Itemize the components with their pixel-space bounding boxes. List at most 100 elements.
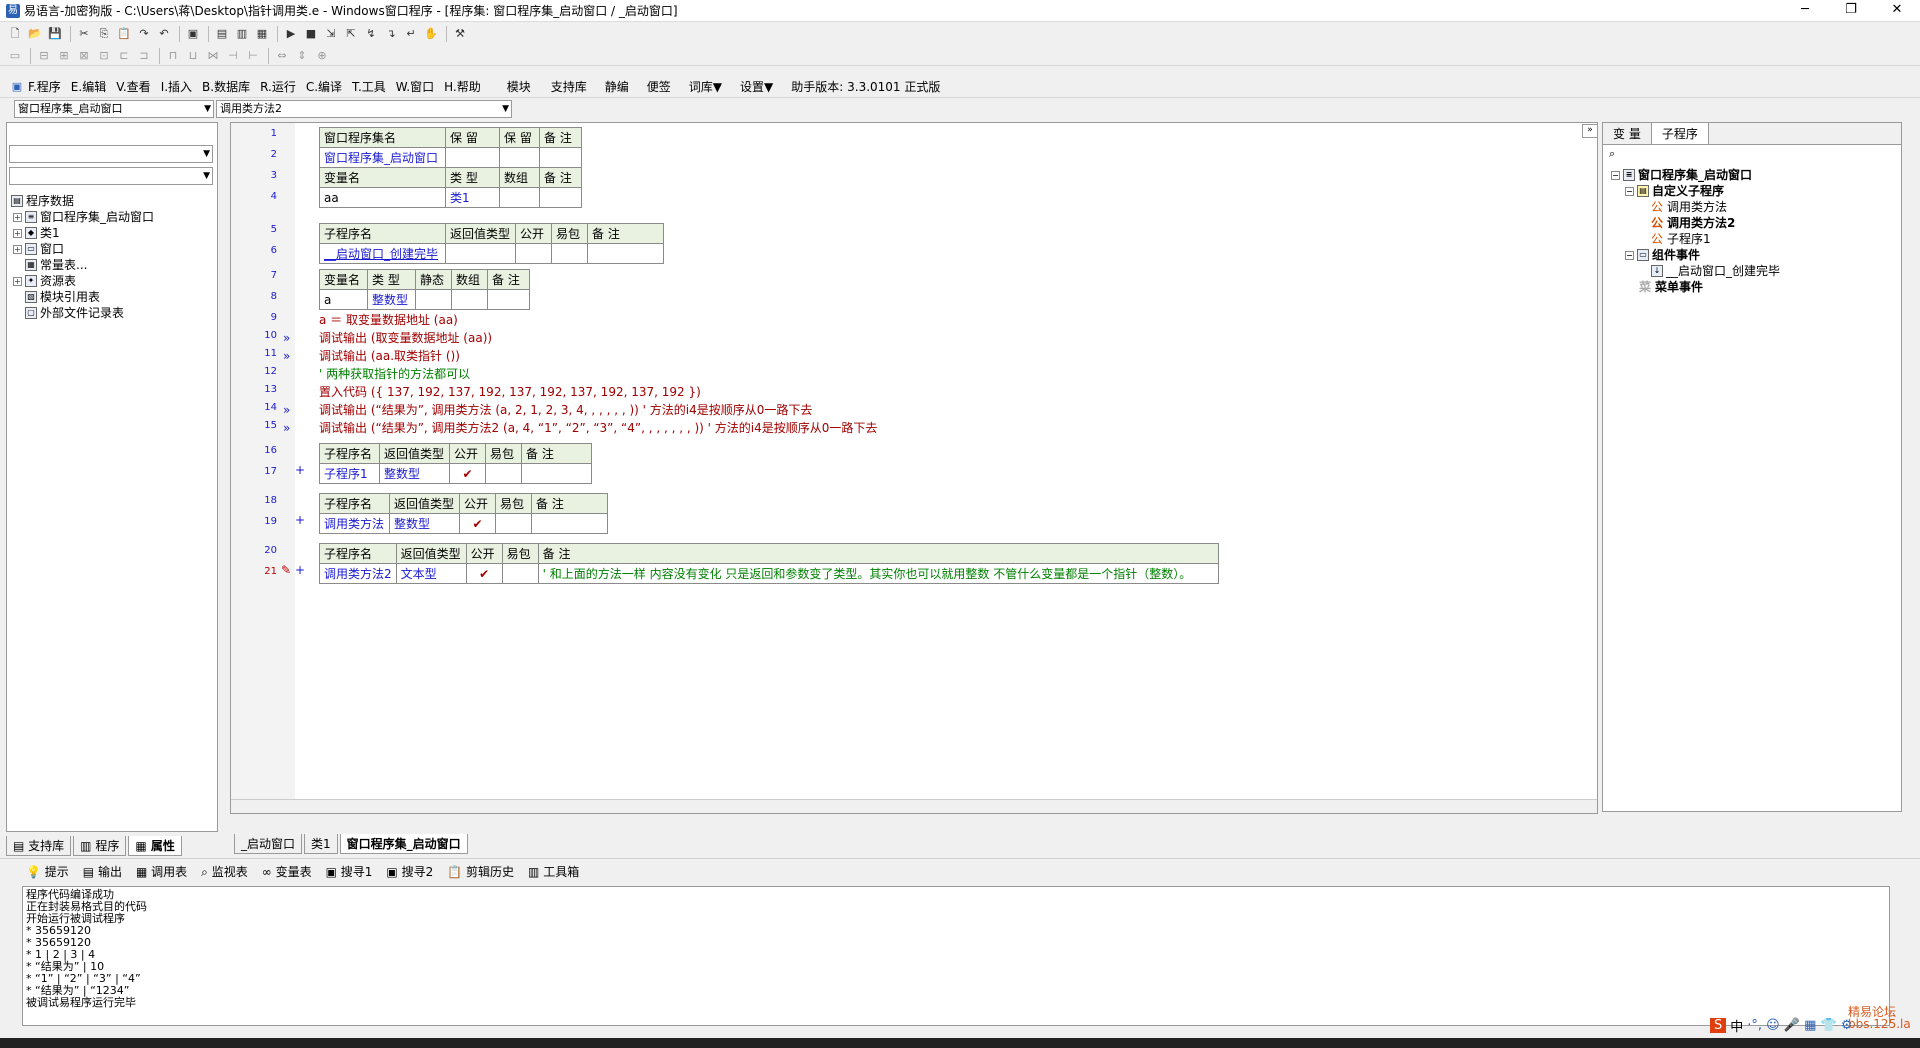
table-cell[interactable] [551, 243, 588, 264]
expand-icon[interactable]: + [13, 244, 22, 254]
menu-settings[interactable]: 设置▼ [740, 78, 773, 95]
table-cell[interactable]: 整数型 [389, 513, 460, 534]
expand-icon[interactable]: + [13, 276, 22, 286]
table-cell[interactable] [451, 289, 488, 310]
paste-icon[interactable]: 📋 [115, 25, 133, 43]
collapse-icon[interactable]: − [1625, 186, 1634, 196]
expand-icon[interactable]: + [13, 212, 22, 222]
tab-assembly[interactable]: 窗口程序集_启动窗口 [339, 834, 468, 854]
undo-icon[interactable]: ↶ [155, 25, 173, 43]
tab-output[interactable]: ▤ 输出 [83, 863, 122, 880]
copy-icon[interactable]: ⎘ [95, 25, 113, 43]
table-cell[interactable] [539, 147, 582, 168]
step-2-icon[interactable]: ⇱ [342, 25, 360, 43]
table-cell[interactable] [445, 147, 500, 168]
tree-item[interactable]: 公子程序1 [1611, 231, 1893, 247]
checkmark-icon[interactable]: ✔ [465, 563, 503, 584]
tab-search2[interactable]: ▣ 搜寻2 [386, 863, 433, 880]
tab-startup-window[interactable]: _启动窗口 [234, 834, 303, 854]
align-15-icon[interactable]: ⊕ [313, 47, 331, 65]
checkmark-icon[interactable]: ✔ [449, 463, 486, 484]
new-file-icon[interactable]: 🗋 [6, 25, 24, 43]
table-cell[interactable] [495, 513, 532, 534]
menu-view[interactable]: V.查看 [116, 78, 150, 95]
filter-combo-2[interactable]: ▼ [9, 167, 213, 185]
save-icon[interactable]: 💾 [46, 25, 64, 43]
tree-group[interactable]: − ▤ 自定义子程序 [1611, 183, 1893, 199]
tab-program[interactable]: ▥ 程序 [73, 836, 127, 856]
hand-icon[interactable]: ✋ [422, 25, 440, 43]
minimize-button[interactable]: ─ [1782, 0, 1828, 22]
align-1-icon[interactable]: ▭ [6, 47, 24, 65]
align-5-icon[interactable]: ⊡ [95, 47, 113, 65]
menu-static-compile[interactable]: 静编 [605, 78, 629, 95]
align-9-icon[interactable]: ⊔ [184, 47, 202, 65]
menu-insert[interactable]: I.插入 [161, 78, 192, 95]
code-line[interactable]: a ＝ 取变量数据地址 (aa) [319, 311, 458, 328]
step-1-icon[interactable]: ⇲ [322, 25, 340, 43]
table-cell[interactable]: a [319, 289, 368, 310]
tab-watch[interactable]: ⌕ 监视表 [201, 863, 248, 880]
table-cell[interactable]: 调用类方法2 [319, 563, 397, 584]
code-line[interactable]: 调试输出 (aa.取类指针 ()) [319, 347, 460, 364]
table-cell[interactable]: 文本型 [395, 563, 467, 584]
table-cell[interactable]: ' 和上面的方法一样 内容没有变化 只是返回和参数变了类型。其实你也可以就用整数… [537, 563, 1219, 584]
table-cell[interactable] [487, 289, 530, 310]
table-cell[interactable]: 整数型 [367, 289, 416, 310]
ime-mode[interactable]: 中 [1730, 1016, 1743, 1035]
table-cell[interactable] [485, 463, 522, 484]
step-3-icon[interactable]: ↯ [362, 25, 380, 43]
table-cell[interactable] [499, 147, 540, 168]
table-cell[interactable]: 类1 [445, 187, 500, 208]
menu-edit[interactable]: E.编辑 [71, 78, 106, 95]
table-cell[interactable]: 整数型 [379, 463, 450, 484]
align-12-icon[interactable]: ⊢ [244, 47, 262, 65]
code-comment[interactable]: ' 两种获取指针的方法都可以 [319, 365, 470, 382]
filter-combo-1[interactable]: ▼ [9, 145, 213, 163]
table-cell[interactable]: aa [319, 187, 446, 208]
table-cell[interactable] [531, 513, 608, 534]
align-10-icon[interactable]: ⋈ [204, 47, 222, 65]
expand-icon[interactable]: + [13, 228, 22, 238]
align-7-icon[interactable]: ⊐ [135, 47, 153, 65]
find-icon[interactable]: ▣ [184, 25, 202, 43]
open-file-icon[interactable]: 📂 [26, 25, 44, 43]
ime-tools[interactable]: ·°, ☺ 🎤 ▦ 👕 ⚙ [1747, 1018, 1852, 1033]
tree-root[interactable]: ▤ 程序数据 [11, 193, 154, 209]
tab-search1[interactable]: ▣ 搜寻1 [326, 863, 373, 880]
align-6-icon[interactable]: ⊏ [115, 47, 133, 65]
table-cell[interactable] [501, 563, 539, 584]
menu-database[interactable]: B.数据库 [202, 78, 250, 95]
table-cell[interactable] [539, 187, 582, 208]
menu-support-lib[interactable]: 支持库 [551, 78, 587, 95]
close-button[interactable]: ✕ [1874, 0, 1920, 22]
stop-icon[interactable]: ■ [302, 25, 320, 43]
tab-hints[interactable]: 💡 提示 [26, 863, 69, 880]
tree-item[interactable]: ▧ 模块引用表 [11, 289, 154, 305]
tab-class1[interactable]: 类1 [304, 834, 338, 854]
code-line[interactable]: 调试输出 (“结果为”, 调用类方法2 (a, 4, “1”, “2”, “3”… [319, 419, 877, 436]
layout-3-icon[interactable]: ▦ [253, 25, 271, 43]
table-cell[interactable]: 调用类方法 [319, 513, 390, 534]
code-line[interactable]: 调试输出 (取变量数据地址 (aa)) [319, 329, 492, 346]
table-cell[interactable]: 子程序1 [319, 463, 380, 484]
output-panel[interactable]: 程序代码编译成功 正在封装易格式目的代码 开始运行被调试程序 * 3565912… [22, 886, 1890, 1026]
tree-item[interactable]: ▢ 外部文件记录表 [11, 305, 154, 321]
align-8-icon[interactable]: ⊓ [164, 47, 182, 65]
align-4-icon[interactable]: ⊠ [75, 47, 93, 65]
align-13-icon[interactable]: ⇔ [273, 47, 291, 65]
menu-module[interactable]: 模块 [507, 78, 531, 95]
sogou-icon[interactable]: S [1710, 1017, 1727, 1033]
tab-properties[interactable]: ▦ 属性 [128, 836, 182, 856]
tab-toolbox[interactable]: ▥ 工具箱 [528, 863, 579, 880]
horizontal-scrollbar[interactable] [231, 799, 1597, 813]
search-icon[interactable]: ⌕ [1603, 145, 1901, 163]
tree-item[interactable]: ↓ __启动窗口_创建完毕 [1611, 263, 1893, 279]
tab-clip-history[interactable]: 📋 剪辑历史 [447, 863, 514, 880]
menu-tools[interactable]: T.工具 [352, 78, 386, 95]
table-cell[interactable] [445, 243, 516, 264]
layout-1-icon[interactable]: ▤ [213, 25, 231, 43]
table-cell[interactable] [587, 243, 664, 264]
table-cell[interactable] [521, 463, 592, 484]
tree-item[interactable]: 公调用类方法2 [1611, 215, 1893, 231]
